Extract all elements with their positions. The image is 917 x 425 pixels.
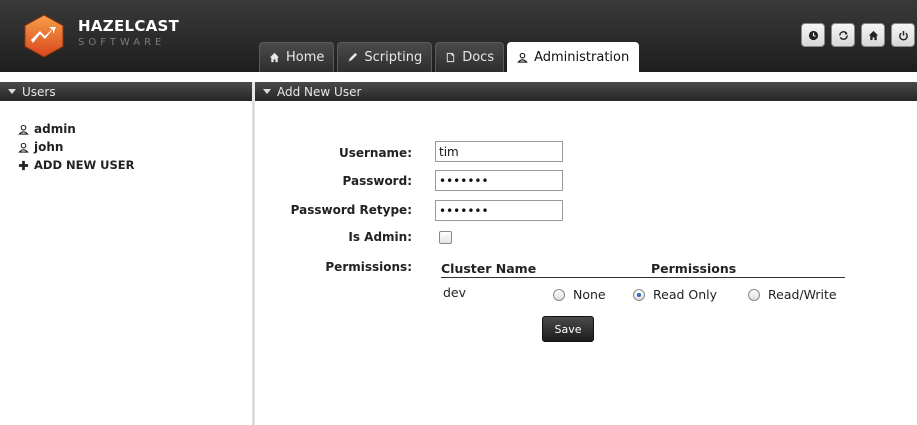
password-retype-field[interactable]	[435, 200, 563, 221]
tab-administration[interactable]: Administration	[507, 42, 640, 72]
power-icon	[898, 30, 908, 40]
radio-none[interactable]: None	[553, 287, 606, 302]
cluster-name-cell: dev	[443, 285, 467, 300]
add-user-panel-title: Add New User	[277, 84, 362, 99]
tab-home[interactable]: Home	[259, 42, 335, 72]
username-field[interactable]	[435, 141, 563, 162]
home-icon	[269, 52, 280, 63]
password-retype-label: Password Retype:	[290, 203, 412, 217]
pencil-icon	[348, 52, 358, 63]
radio-read-only[interactable]: Read Only	[633, 287, 717, 302]
add-user-panel-header[interactable]: Add New User	[255, 82, 917, 101]
brand: HAZELCAST SOFTWARE	[78, 17, 179, 48]
tab-docs-label: Docs	[462, 50, 495, 65]
sidebar-item-label: admin	[34, 122, 76, 136]
collapse-triangle-icon	[8, 89, 16, 94]
collapse-triangle-icon	[263, 89, 271, 94]
users-panel-header[interactable]: Users	[0, 82, 252, 101]
clock-button[interactable]	[801, 23, 825, 47]
tab-scripting-label: Scripting	[364, 50, 423, 65]
document-icon	[447, 52, 455, 63]
password-label: Password:	[342, 174, 413, 188]
sidebar-item-admin[interactable]: admin	[18, 120, 135, 138]
radio-read-write[interactable]: Read/Write	[748, 287, 837, 302]
main-tabs: Home Scripting Docs Administration	[259, 42, 640, 72]
brand-name: HAZELCAST	[78, 17, 180, 35]
username-label: Username:	[338, 146, 412, 160]
radio-label: Read Only	[653, 287, 718, 302]
save-button[interactable]: Save	[542, 316, 594, 342]
user-icon	[18, 142, 29, 153]
radio-button-selected[interactable]	[633, 288, 645, 301]
home-icon	[868, 30, 878, 40]
permissions-column-header: Permissions	[651, 261, 737, 276]
radio-button[interactable]	[553, 288, 565, 301]
tab-administration-label: Administration	[534, 50, 630, 65]
clock-icon	[808, 30, 818, 40]
sidebar-item-label: john	[34, 140, 64, 154]
radio-label: None	[573, 287, 606, 302]
home-button[interactable]	[861, 23, 885, 47]
permissions-table-rule	[441, 277, 845, 278]
power-button[interactable]	[891, 23, 915, 47]
user-icon	[517, 52, 528, 63]
refresh-icon	[838, 30, 848, 40]
tab-scripting[interactable]: Scripting	[337, 42, 433, 72]
panel-divider-line	[253, 101, 254, 425]
radio-label: Read/Write	[768, 287, 837, 302]
radio-button[interactable]	[748, 288, 760, 301]
is-admin-label: Is Admin:	[348, 230, 412, 244]
sidebar-item-john[interactable]: john	[18, 138, 135, 156]
header-toolbar	[801, 23, 915, 47]
hazelcast-logo	[24, 14, 64, 58]
users-panel-title: Users	[22, 84, 56, 99]
tab-home-label: Home	[286, 50, 325, 65]
is-admin-checkbox[interactable]	[439, 231, 452, 244]
sidebar-item-label: ADD NEW USER	[34, 158, 135, 172]
user-icon	[18, 124, 29, 135]
cluster-name-column-header: Cluster Name	[441, 261, 537, 276]
plus-icon	[18, 160, 29, 170]
tab-docs[interactable]: Docs	[435, 42, 505, 72]
permissions-label: Permissions:	[325, 260, 412, 274]
sidebar-item-add-new-user[interactable]: ADD NEW USER	[18, 156, 135, 174]
refresh-button[interactable]	[831, 23, 855, 47]
add-user-form: Username: Password: Password Retype: Is …	[255, 101, 917, 425]
password-field[interactable]	[435, 170, 563, 191]
app-header: HAZELCAST SOFTWARE Home Scripting Docs A…	[0, 0, 917, 72]
brand-subtitle: SOFTWARE	[78, 37, 166, 48]
users-sidebar: admin john ADD NEW USER	[18, 120, 135, 174]
